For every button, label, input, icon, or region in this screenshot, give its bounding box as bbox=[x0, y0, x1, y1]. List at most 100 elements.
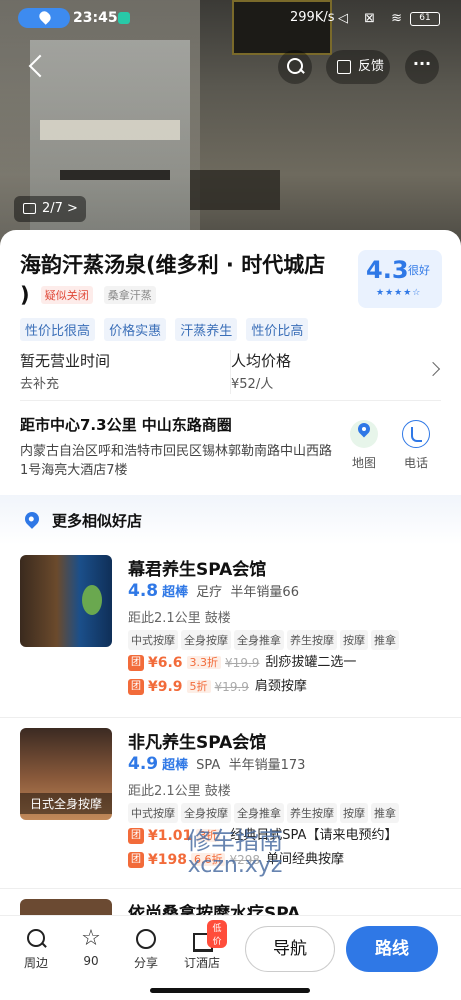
favorite-button[interactable]: ☆ 90 bbox=[66, 926, 116, 968]
shop-tag: 推拿 bbox=[371, 630, 399, 650]
network-speed: 299K/s bbox=[290, 10, 335, 25]
shop-distance: 距此2.1公里 鼓楼 bbox=[128, 611, 231, 626]
shop-type: SPA bbox=[196, 758, 221, 773]
battery-icon: 61 bbox=[410, 12, 440, 26]
location-pin-icon bbox=[22, 509, 42, 529]
phone-button[interactable]: 电话 bbox=[396, 420, 436, 471]
distance-info: 距市中心7.3公里 中山东路商圈 bbox=[20, 416, 232, 434]
rating-box[interactable]: 4.3 很好 ★★★★☆ bbox=[358, 250, 442, 308]
photo-counter-button[interactable]: 2/7 > bbox=[14, 196, 86, 222]
thumb-plant bbox=[82, 585, 102, 615]
group-buy-badge: 团 bbox=[128, 655, 144, 671]
group-buy-badge: 团 bbox=[128, 852, 144, 868]
thumb-caption: 日式全身按摩 bbox=[20, 793, 112, 814]
nearby-label: 周边 bbox=[23, 956, 48, 970]
app-notification-icon bbox=[118, 12, 130, 24]
share-button[interactable]: 分享 bbox=[121, 926, 171, 971]
deal-price: ¥9.9 bbox=[148, 679, 183, 695]
search-icon bbox=[11, 926, 61, 952]
shop-tag: 养生按摩 bbox=[287, 630, 337, 650]
deal-original-price: ¥19.9 bbox=[225, 656, 260, 670]
group-buy-badge: 团 bbox=[128, 679, 144, 695]
deal-row[interactable]: 团 ¥6.6 3.3折 ¥19.9 刮痧拔罐二选一 bbox=[128, 653, 356, 673]
search-button[interactable] bbox=[278, 50, 312, 84]
status-icons: ◁ ⊠ ≋ bbox=[338, 11, 409, 26]
deal-discount: 5折 bbox=[186, 680, 211, 693]
phone-icon bbox=[402, 420, 430, 448]
divider bbox=[20, 400, 441, 401]
hours-block[interactable]: 暂无营业时间 去补充 bbox=[20, 350, 220, 394]
status-badge: 疑似关闭 bbox=[40, 286, 93, 304]
navigate-button[interactable]: 导航 bbox=[245, 926, 335, 972]
map-button[interactable]: 地图 bbox=[344, 420, 384, 471]
nearby-button[interactable]: 周边 bbox=[11, 926, 61, 971]
photo-counter-label: 2/7 > bbox=[42, 201, 78, 216]
feature-tag[interactable]: 汗蒸养生 bbox=[175, 318, 238, 341]
similar-shops-title: 更多相似好店 bbox=[52, 512, 143, 530]
shop-rating-level: 超棒 bbox=[162, 758, 189, 773]
watermark-line1: 修车指南 bbox=[187, 827, 283, 855]
home-indicator[interactable] bbox=[150, 988, 310, 993]
hotel-icon: 低价 bbox=[177, 920, 227, 952]
shop-tag: 养生按摩 bbox=[287, 803, 337, 823]
shop-name: 幕君养生SPA会馆 bbox=[128, 560, 267, 580]
deal-name: 肩颈按摩 bbox=[254, 679, 307, 694]
deal-price: ¥6.6 bbox=[148, 655, 183, 671]
hotel-label: 订酒店 bbox=[183, 956, 220, 970]
shop-tag: 按摩 bbox=[340, 803, 368, 823]
shop-distance: 距此2.1公里 鼓楼 bbox=[128, 784, 231, 799]
more-button[interactable]: ··· bbox=[405, 50, 439, 84]
shop-tags: 中式按摩 全身按摩 全身推拿 养生按摩 按摩 推拿 bbox=[128, 802, 448, 823]
shop-sales: 半年销量173 bbox=[228, 758, 306, 773]
feedback-button[interactable]: 反馈 bbox=[326, 50, 390, 84]
back-button[interactable] bbox=[20, 50, 54, 84]
place-title: 海韵汗蒸汤泉(维多利 · 时代城店 bbox=[20, 253, 326, 277]
book-hotel-button[interactable]: 低价 订酒店 bbox=[177, 920, 227, 971]
price-block[interactable]: 人均价格 ¥52/人 bbox=[230, 350, 410, 394]
price-title: 人均价格 bbox=[231, 352, 292, 370]
photo-sign-board bbox=[190, 170, 280, 210]
shop-rating: 4.9 bbox=[128, 754, 159, 774]
feature-tags: 性价比很高 价格实惠 汗蒸养生 性价比高 bbox=[20, 318, 312, 341]
shop-rating: 4.8 bbox=[128, 581, 159, 601]
favorite-count: 90 bbox=[83, 954, 99, 968]
feedback-label: 反馈 bbox=[358, 59, 385, 74]
watermark: 修车指南 xczn.xyz bbox=[150, 828, 320, 878]
shop-thumbnail[interactable] bbox=[20, 555, 112, 647]
place-title-row2: ) 疑似关闭 桑拿汗蒸 bbox=[20, 280, 156, 310]
shop-type: 足疗 bbox=[196, 585, 223, 600]
map-pin-icon bbox=[350, 420, 378, 448]
hours-add-link[interactable]: 去补充 bbox=[20, 376, 220, 394]
shop-sales: 半年销量66 bbox=[230, 585, 299, 600]
address-text[interactable]: 内蒙古自治区呼和浩特市回民区锡林郭勒南路中山西路1号海亮大酒店7楼 bbox=[20, 442, 335, 480]
location-indicator-icon bbox=[18, 8, 70, 28]
shop-rating-row: 4.9 超棒 SPA 半年销量173 bbox=[128, 754, 305, 774]
image-icon bbox=[23, 203, 36, 214]
shop-tags: 中式按摩 全身按摩 全身推拿 养生按摩 按摩 推拿 bbox=[128, 629, 448, 650]
shop-tag: 推拿 bbox=[371, 803, 399, 823]
shop-thumbnail[interactable]: 日式全身按摩 bbox=[20, 728, 112, 820]
status-bar: 23:45 299K/s ◁ ⊠ ≋ 61 bbox=[0, 8, 461, 30]
deal-discount: 3.3折 bbox=[186, 656, 222, 669]
edit-icon bbox=[337, 60, 351, 74]
shop-tag: 全身按摩 bbox=[181, 630, 231, 650]
star-icon: ☆ bbox=[81, 926, 101, 951]
chevron-right-icon[interactable] bbox=[425, 361, 441, 377]
group-buy-badge: 团 bbox=[128, 828, 144, 844]
shop-tag: 中式按摩 bbox=[128, 630, 178, 650]
place-title-end: ) bbox=[20, 283, 30, 307]
watermark-line2: xczn.xyz bbox=[187, 853, 283, 878]
route-button[interactable]: 路线 bbox=[346, 926, 438, 972]
low-price-badge: 低价 bbox=[207, 920, 227, 948]
deal-row[interactable]: 团 ¥9.9 5折 ¥19.9 肩颈按摩 bbox=[128, 677, 307, 697]
phone-label: 电话 bbox=[403, 456, 428, 470]
feature-tag[interactable]: 性价比很高 bbox=[20, 318, 96, 341]
deal-original-price: ¥19.9 bbox=[214, 680, 249, 694]
shop-tag: 全身按摩 bbox=[181, 803, 231, 823]
feature-tag[interactable]: 价格实惠 bbox=[104, 318, 167, 341]
shop-card[interactable]: 幕君养生SPA会馆 4.8 超棒 足疗 半年销量66 距此2.1公里 鼓楼 中式按摩… bbox=[0, 545, 461, 717]
feature-tag[interactable]: 性价比高 bbox=[246, 318, 309, 341]
status-time: 23:45 bbox=[73, 10, 118, 26]
shop-tag: 按摩 bbox=[340, 630, 368, 650]
shop-name: 非凡养生SPA会馆 bbox=[128, 733, 267, 753]
